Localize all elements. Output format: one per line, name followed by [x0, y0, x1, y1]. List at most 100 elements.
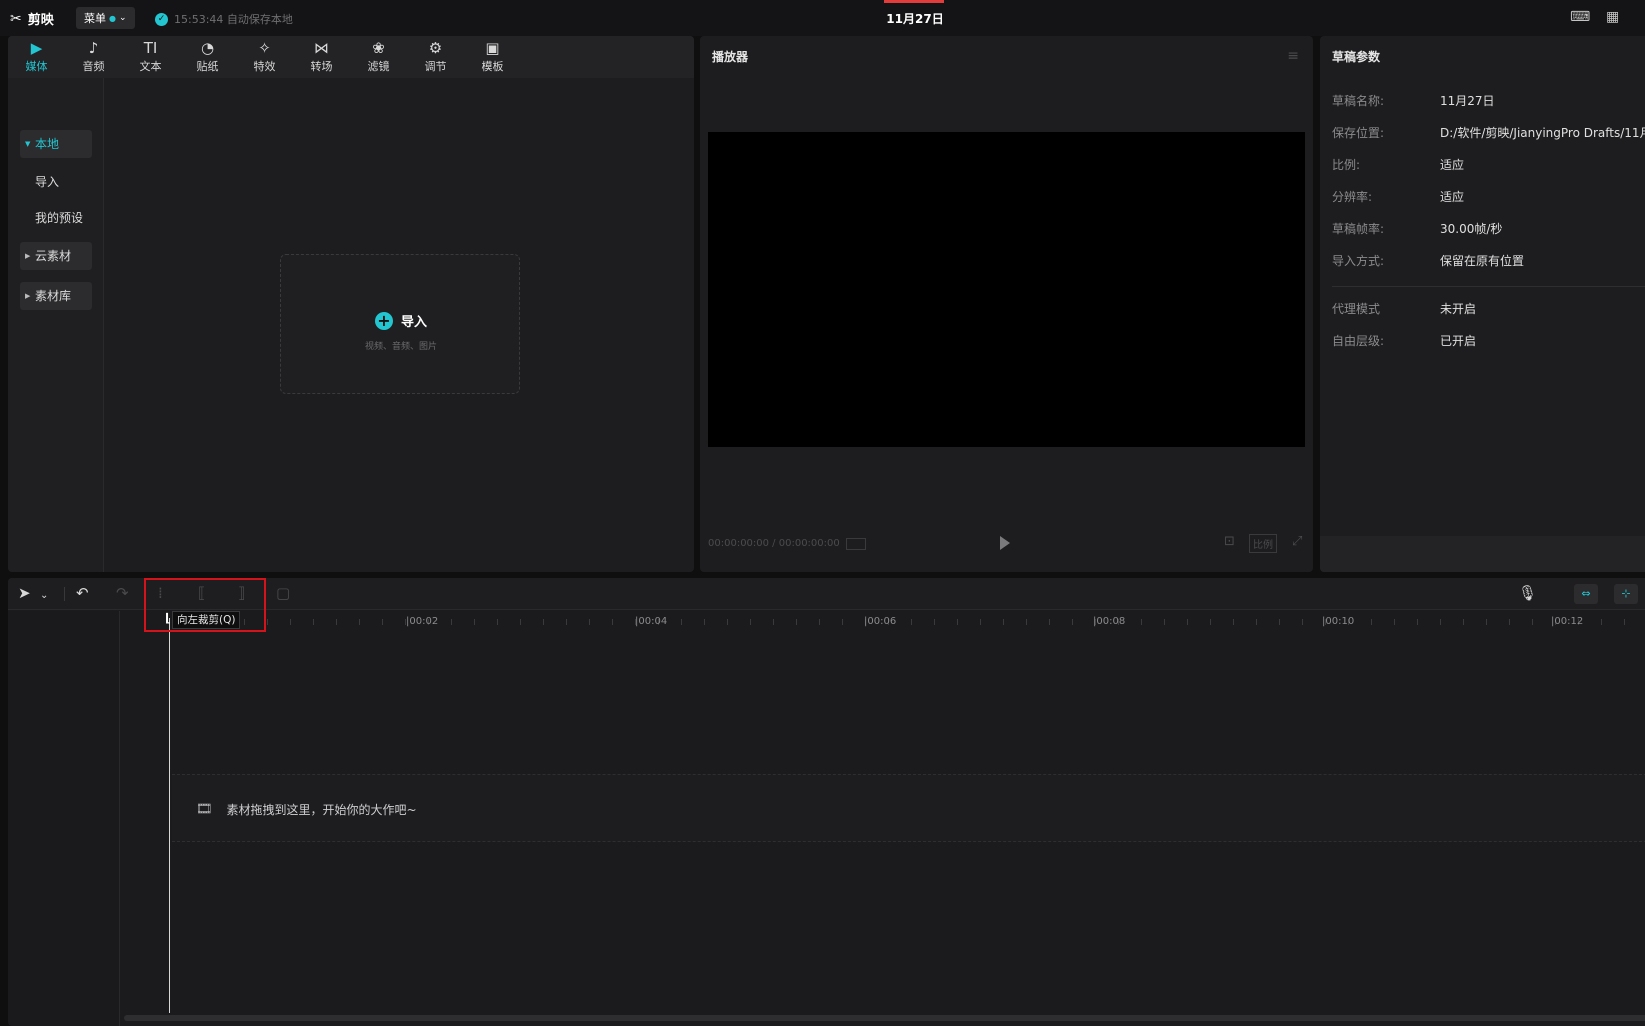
horizontal-scrollbar[interactable] [124, 1015, 1645, 1021]
ruler-tick [796, 619, 797, 625]
divider [1332, 286, 1645, 287]
tab-0[interactable]: ▶ 媒体 [8, 36, 65, 78]
playhead[interactable] [169, 618, 170, 1013]
sidebar-item-label: 导入 [35, 175, 60, 189]
ruler-tick [934, 619, 935, 625]
tab-8[interactable]: ▣ 模板 [464, 36, 521, 78]
tab-6[interactable]: ❀ 滤镜 [350, 36, 407, 78]
param-row: 代理模式 未开启 [1332, 300, 1476, 317]
tab-label: 调节 [424, 60, 447, 73]
tab-label: 特效 [253, 60, 276, 73]
ruler-label: |00:10 [1322, 616, 1355, 627]
tab-label: 转场 [310, 60, 333, 73]
sidebar-item-library[interactable]: ▶ 素材库 [20, 282, 92, 310]
ruler-tick [290, 619, 291, 625]
ruler-tick [267, 619, 268, 625]
caret-down-icon: ▼ [25, 140, 31, 148]
param-row: 保存位置: D:/软件/剪映/JianyingPro Drafts/11月 [1332, 124, 1645, 141]
ruler-label: |00:02 [406, 616, 439, 627]
param-value: 保留在原有位置 [1440, 254, 1525, 268]
param-row: 导入方式: 保留在原有位置 [1332, 252, 1524, 269]
ruler-tick [1532, 619, 1533, 625]
sidebar-item-label: 云素材 [35, 249, 72, 263]
hamburger-menu-icon[interactable]: ≡ [1287, 48, 1299, 64]
video-preview[interactable] [708, 132, 1305, 447]
ruler-label: |00:06 [864, 616, 897, 627]
params-footer [1320, 536, 1645, 572]
sidebar-item-import[interactable]: 导入 [20, 168, 92, 196]
ruler-tick [543, 619, 544, 625]
param-value: 30.00帧/秒 [1440, 222, 1503, 236]
import-dropzone[interactable]: + 导入 视频、音频、图片 [280, 254, 520, 394]
ruler-tick [1371, 619, 1372, 625]
app-root: ✂ 剪映 菜单 ● ⌄ ✓ 15:53:44 自动保存本地 11月27日 ⌨ ▦… [0, 0, 1645, 1026]
tab-icon: ◔ [200, 39, 215, 57]
sidebar-item-local[interactable]: ▼ 本地 [20, 130, 92, 158]
time-ruler[interactable]: |00:02 |00:04 |00:06 |00:08 |00:10 |00:12 [120, 611, 1645, 631]
grid-icon[interactable] [845, 538, 866, 550]
tab-5[interactable]: ⋈ 转场 [293, 36, 350, 78]
param-value: 已开启 [1440, 334, 1477, 348]
track-header-column [8, 611, 120, 1026]
tab-4[interactable]: ✧ 特效 [236, 36, 293, 78]
ruler-tick [359, 619, 360, 625]
sidebar-item-label: 本地 [35, 137, 60, 151]
tab-2[interactable]: TI 文本 [122, 36, 179, 78]
ruler-tick [819, 619, 820, 625]
ruler-tick [612, 619, 613, 625]
ruler-tick [1003, 619, 1004, 625]
import-label: 导入 [400, 315, 427, 330]
ruler-tick [451, 619, 452, 625]
drop-hint-text: 素材拖拽到这里，开始你的大作吧~ [226, 803, 417, 817]
sidebar-item-my-presets[interactable]: 我的预设 [20, 204, 92, 232]
screenshot-icon[interactable]: ⊡ [1224, 534, 1235, 549]
plus-icon: + [374, 311, 393, 330]
select-cursor-icon[interactable]: ➤ [18, 585, 31, 602]
player-panel: 播放器 ≡ 00:00:00:00 / 00:00:00:00 ⊡ 比例 ⤢ [700, 36, 1313, 572]
ruler-tick [520, 619, 521, 625]
param-row: 草稿名称: 11月27日 [1332, 92, 1495, 109]
import-hint: 视频、音频、图片 [364, 342, 437, 352]
ruler-tick [1141, 619, 1142, 625]
tab-3[interactable]: ◔ 贴纸 [179, 36, 236, 78]
redo-icon[interactable]: ↷ [116, 585, 129, 602]
ruler-tick [1417, 619, 1418, 625]
ruler-tick [1049, 619, 1050, 625]
ruler-tick [750, 619, 751, 625]
layout-icon[interactable]: ▦ [1606, 10, 1624, 24]
magnet-snap-icon[interactable]: ⊹ [1614, 584, 1638, 604]
tab-7[interactable]: ⚙ 调节 [407, 36, 464, 78]
ruler-label: |00:04 [635, 616, 668, 627]
tab-label: 媒体 [25, 60, 48, 73]
tab-icon: ⚙ [428, 39, 443, 57]
ruler-tick [336, 619, 337, 625]
ruler-tick [1026, 619, 1027, 625]
import-button[interactable]: + 导入 [281, 311, 521, 330]
main-track-dropzone[interactable]: 🎞 素材拖拽到这里，开始你的大作吧~ [172, 774, 1645, 842]
params-title: 草稿参数 [1332, 50, 1381, 64]
ruler-tick [313, 619, 314, 625]
microphone-icon[interactable]: 🎙 [1518, 585, 1537, 602]
link-clips-icon[interactable]: ⇔ [1574, 584, 1598, 604]
film-icon: 🎞 [196, 802, 213, 817]
ratio-button[interactable]: 比例 [1249, 534, 1277, 553]
tab-1[interactable]: ♪ 音频 [65, 36, 122, 78]
tab-label: 音频 [82, 60, 105, 73]
fullscreen-icon[interactable]: ⤢ [1292, 534, 1302, 549]
undo-icon[interactable]: ↶ [76, 585, 89, 602]
ruler-tick [1164, 619, 1165, 625]
tab-icon: TI [143, 39, 158, 57]
chevron-down-icon[interactable]: ⌄ [40, 587, 48, 604]
delete-icon[interactable]: ▢ [276, 585, 290, 602]
sidebar-item-label: 我的预设 [35, 211, 84, 225]
project-title: 11月27日 [886, 12, 944, 26]
sidebar-item-cloud[interactable]: ▶ 云素材 [20, 242, 92, 270]
keyboard-icon[interactable]: ⌨ [1570, 10, 1590, 24]
ruler-tick [1601, 619, 1602, 625]
ruler-tick [1187, 619, 1188, 625]
ruler-tick [474, 619, 475, 625]
media-tabs: ▶ 媒体 ♪ 音频 TI 文本 ◔ 贴纸 ✧ 特效 ⋈ 转场 ❀ 滤镜 ⚙ 调节 ▣ 模板 [8, 36, 694, 78]
player-title: 播放器 [712, 50, 749, 64]
play-button[interactable] [1000, 536, 1010, 550]
tab-icon: ▶ [30, 39, 43, 57]
